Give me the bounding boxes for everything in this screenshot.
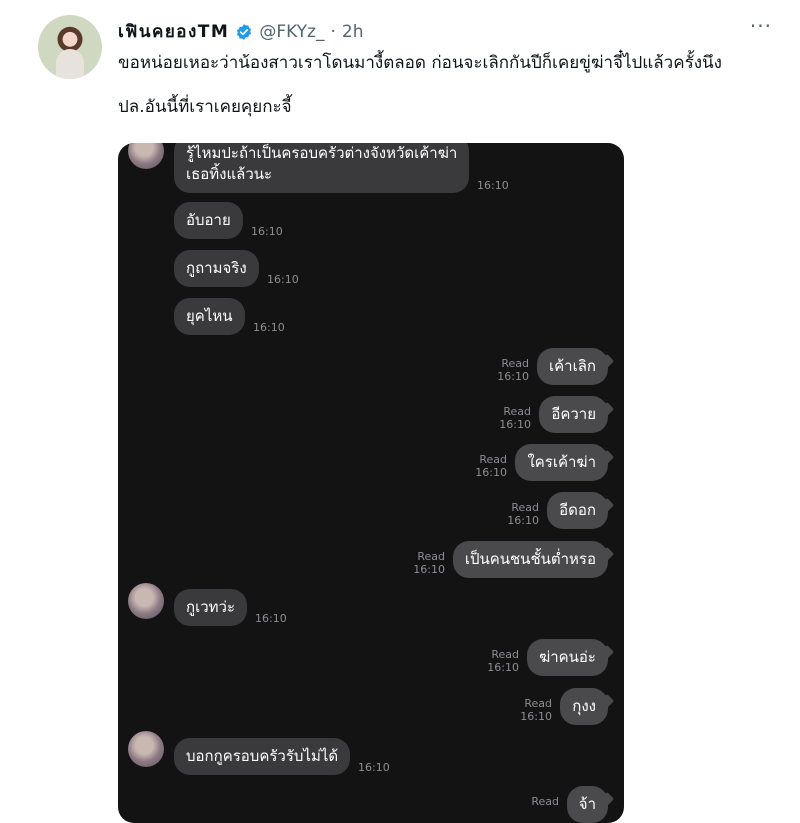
- sent-message-bubble: กุงง: [560, 688, 608, 725]
- read-label: Read: [479, 453, 507, 466]
- message-timestamp: 16:10: [358, 761, 390, 774]
- received-message-bubble: รู้ไหมปะถ้าเป็นครอบครัวต่างจังหวัดเค้าฆ่…: [174, 143, 470, 193]
- message-timestamp: 16:10: [253, 321, 285, 334]
- message-timestamp: 16:10: [487, 661, 519, 674]
- message-timestamp: 16:10: [413, 563, 445, 576]
- tweet-text-line: ขอหน่อยเหอะว่าน้องสาวเราโดนมางี้ตลอด ก่อ…: [118, 53, 722, 73]
- message-timestamp: 16:10: [507, 514, 539, 527]
- read-receipt: Read 16:10: [487, 648, 519, 674]
- read-receipt: Read 16:10: [499, 405, 531, 431]
- read-label: Read: [511, 501, 539, 514]
- received-message-bubble: กูถามจริง: [174, 250, 259, 287]
- verified-badge-icon: [237, 23, 252, 40]
- chat-avatar: [128, 731, 164, 767]
- tweet-text-line: ปล.อันนี้ที่เราเคยคุยกะจี้: [118, 97, 292, 117]
- received-message-bubble: ยุคไหน: [174, 298, 245, 335]
- read-label: Read: [501, 357, 529, 370]
- display-name[interactable]: เฟินคยองTM: [118, 18, 229, 45]
- message-timestamp: 16:10: [520, 710, 552, 723]
- sent-message-bubble: จ้า: [566, 786, 608, 823]
- read-label: Read: [503, 405, 531, 418]
- read-receipt: Read 16:10: [475, 453, 507, 479]
- read-receipt: Read 16:10: [520, 697, 552, 723]
- received-message-bubble: กูเวทว่ะ: [174, 589, 247, 626]
- read-label: Read: [491, 648, 519, 661]
- read-receipt: Read 16:10: [413, 550, 445, 576]
- message-timestamp: 16:10: [499, 418, 531, 431]
- avatar[interactable]: [38, 15, 102, 79]
- separator-dot: ·: [330, 21, 336, 42]
- sent-message-bubble: เค้าเลิก: [537, 348, 608, 385]
- sent-message-bubble: เป็นคนชนชั้นต่ำหรอ: [452, 541, 608, 578]
- chat-avatar: [128, 583, 164, 619]
- read-label: Read: [531, 795, 559, 808]
- tweet-time[interactable]: 2h: [342, 22, 364, 42]
- sent-message-bubble: ฆ่าคนอ่ะ: [527, 639, 608, 676]
- received-message-bubble: บอกกูครอบครัวรับไม่ได้: [174, 738, 351, 775]
- chat-screenshot-image[interactable]: รู้ไหมปะถ้าเป็นครอบครัวต่างจังหวัดเค้าฆ่…: [118, 143, 624, 823]
- read-receipt: Read 16:10: [507, 501, 539, 527]
- read-receipt: Read: [531, 795, 559, 808]
- more-options-icon[interactable]: ···: [750, 14, 772, 38]
- sent-message-bubble: อีควาย: [539, 396, 608, 433]
- read-label: Read: [417, 550, 445, 563]
- tweet-header: เฟินคยองTM @FKYz_ · 2h: [118, 18, 363, 45]
- message-timestamp: 16:10: [251, 225, 283, 238]
- message-timestamp: 16:10: [267, 273, 299, 286]
- sent-message-bubble: อีดอก: [547, 492, 608, 529]
- message-timestamp: 16:10: [255, 612, 287, 625]
- read-receipt: Read 16:10: [497, 357, 529, 383]
- chat-avatar: [128, 143, 164, 169]
- user-handle[interactable]: @FKYz_: [259, 22, 324, 42]
- tweet-text: ขอหน่อยเหอะว่าน้องสาวเราโดนมางี้ตลอด ก่อ…: [118, 52, 788, 140]
- message-timestamp: 16:10: [497, 370, 529, 383]
- read-label: Read: [524, 697, 552, 710]
- message-timestamp: 16:10: [475, 466, 507, 479]
- received-message-bubble: อับอาย: [174, 202, 243, 239]
- message-timestamp: 16:10: [477, 179, 509, 192]
- sent-message-bubble: ใครเค้าฆ่า: [515, 444, 608, 481]
